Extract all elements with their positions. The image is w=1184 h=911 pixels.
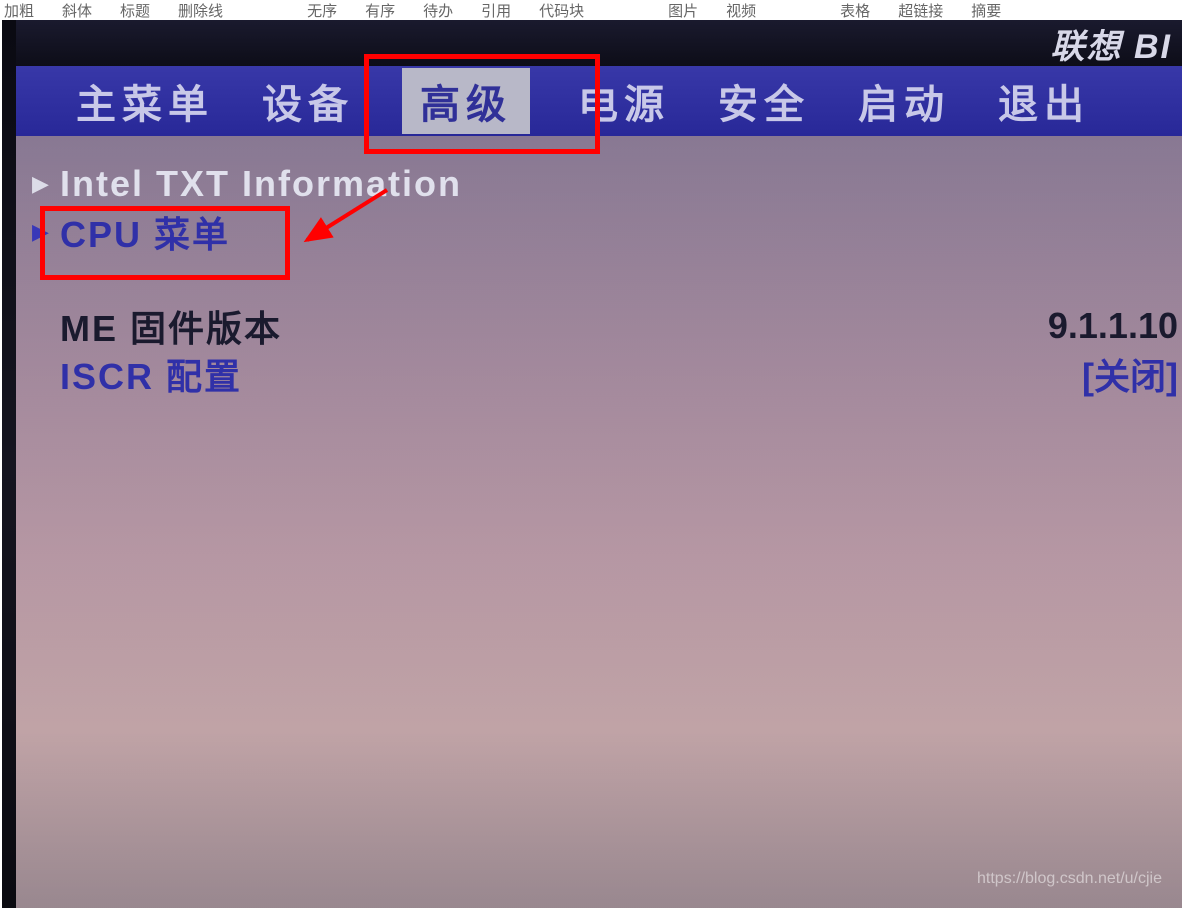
iscr-row[interactable]: ISCR 配置 [关闭]	[32, 350, 1182, 398]
menu-advanced[interactable]: 高级	[402, 68, 530, 134]
toolbar-quote[interactable]: 引用	[481, 0, 511, 20]
triangle-icon: ▶	[32, 171, 52, 197]
toolbar-image[interactable]: 图片	[668, 0, 698, 20]
bios-content: ▶ Intel TXT Information ▶ CPU 菜单 ME 固件版本…	[32, 160, 1182, 398]
toolbar-table[interactable]: 表格	[840, 0, 870, 20]
me-firmware-label: ME 固件版本	[60, 300, 282, 352]
intel-txt-label: Intel TXT Information	[60, 163, 462, 205]
menu-main[interactable]: 主菜单	[76, 72, 214, 130]
toolbar-ordered[interactable]: 有序	[365, 0, 395, 20]
me-firmware-value: 9.1.1.10	[1048, 305, 1178, 347]
bios-top-menu: 主菜单 设备 高级 电源 安全 启动 退出	[16, 66, 1182, 136]
screen-bezel	[2, 20, 16, 908]
toolbar-strike[interactable]: 删除线	[178, 0, 223, 20]
toolbar-todo[interactable]: 待办	[423, 0, 453, 20]
menu-boot[interactable]: 启动	[858, 72, 950, 130]
cpu-menu-label: CPU 菜单	[60, 206, 230, 258]
toolbar-italic[interactable]: 斜体	[62, 0, 92, 20]
menu-power[interactable]: 电源	[578, 72, 670, 130]
brand-text: 联想 BI	[1051, 20, 1172, 68]
menu-exit[interactable]: 退出	[998, 72, 1090, 130]
menu-device[interactable]: 设备	[262, 72, 354, 130]
editor-toolbar: 加粗 斜体 标题 删除线 无序 有序 待办 引用 代码块 图片 视频 表格 超链…	[0, 0, 1184, 20]
me-firmware-row: ME 固件版本 9.1.1.10	[32, 302, 1182, 350]
toolbar-bold[interactable]: 加粗	[4, 0, 34, 20]
toolbar-heading[interactable]: 标题	[120, 0, 150, 20]
watermark: https://blog.csdn.net/u/cjie	[977, 870, 1162, 888]
triangle-icon: ▶	[32, 219, 52, 245]
bios-screenshot: 联想 BI 主菜单 设备 高级 电源 安全 启动 退出 ▶ Intel TXT …	[2, 20, 1182, 908]
menu-security[interactable]: 安全	[718, 72, 810, 130]
toolbar-link[interactable]: 超链接	[898, 0, 943, 20]
toolbar-codeblock[interactable]: 代码块	[539, 0, 584, 20]
toolbar-video[interactable]: 视频	[726, 0, 756, 20]
bios-brand-bar: 联想 BI	[16, 20, 1182, 66]
cpu-menu-row[interactable]: ▶ CPU 菜单	[32, 208, 1182, 256]
iscr-value: [关闭]	[1082, 348, 1178, 400]
toolbar-unordered[interactable]: 无序	[307, 0, 337, 20]
intel-txt-row[interactable]: ▶ Intel TXT Information	[32, 160, 1182, 208]
iscr-label: ISCR 配置	[60, 348, 242, 400]
toolbar-summary[interactable]: 摘要	[971, 0, 1001, 20]
